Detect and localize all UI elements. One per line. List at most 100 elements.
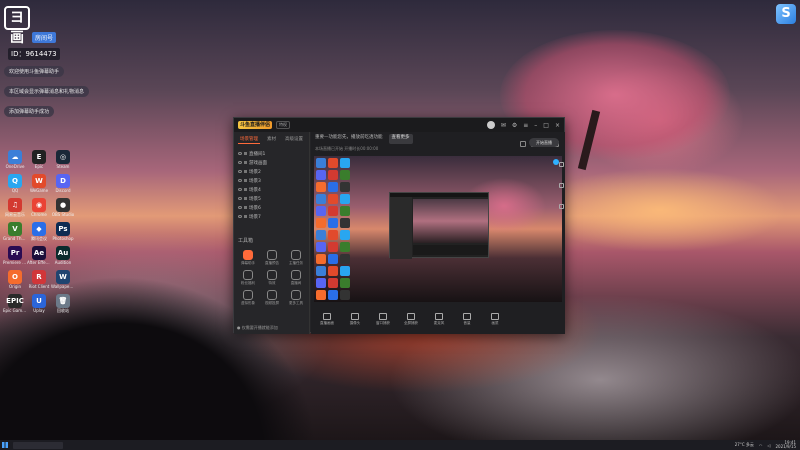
clock[interactable]: 19:41 2021/9/15 [775,440,796,450]
desktop-icon[interactable]: W WeGame [28,174,50,193]
tab-advanced[interactable]: 高级设置 [283,135,305,144]
desktop-icon[interactable]: D Discord [52,174,74,193]
weather-text[interactable]: 27°C 多云 [735,442,754,448]
lock-icon[interactable] [244,152,247,155]
scene-item[interactable]: 场景3 [238,176,305,185]
minimize-icon[interactable]: – [534,122,537,129]
header-more-button[interactable]: 查看更多 [388,134,413,144]
desktop-icon[interactable]: ◎ Steam [52,150,74,169]
source-button[interactable]: 直播画面 [317,313,337,326]
start-live-button[interactable]: 开始直播 [529,138,559,147]
menu-icon[interactable]: ≡ [523,122,528,129]
network-icon[interactable]: ◠ [759,443,763,448]
eye-icon[interactable] [238,215,242,218]
eye-icon[interactable] [238,170,242,173]
desktop-icon[interactable]: Pr Premiere Pro [3,246,27,265]
source-icon [463,313,471,320]
preview-mini-icon [340,254,350,264]
preview-mini-icon [340,194,350,204]
toolbox-item[interactable]: 弹幕助手 [237,250,259,266]
lock-icon[interactable] [244,215,247,218]
streaming-app-window[interactable]: 斗鱼直播伴侣 特权 ✉ ⚙ ≡ – □ × 场景管理 素材 高级设置 直播间1 游… [233,117,565,334]
desktop-icon[interactable]: Ps Photoshop [52,222,74,241]
desktop-icon[interactable]: VGrand Theft Auto V [3,222,27,241]
lock-icon[interactable] [244,206,247,209]
tab-assets[interactable]: 素材 [265,135,278,144]
lock-icon[interactable] [244,170,247,173]
eye-icon[interactable] [238,188,242,191]
toolbox-item[interactable]: 主播任务 [285,250,307,266]
record-icon[interactable] [520,141,526,147]
desktop-icon[interactable]: WWallpaper Engine [51,270,75,289]
stream-preview[interactable] [314,156,562,302]
lock-icon[interactable] [244,161,247,164]
eye-icon[interactable] [238,152,242,155]
desktop-icon[interactable]: ♫ 网易云音乐 [4,198,26,217]
toolbox-item[interactable]: 直播预告 [261,250,283,266]
desktop-icon[interactable]: ☁ OneDrive [4,150,26,169]
eye-icon[interactable] [238,206,242,209]
toolbox-item[interactable]: 更多工具 [285,290,307,306]
scene-item[interactable]: 场景5 [238,194,305,203]
scene-item[interactable]: 场景4 [238,185,305,194]
app-icon: Au [56,246,70,260]
scene-item[interactable]: 直播间1 [238,149,305,158]
source-button[interactable]: 窗口捕获 [373,313,393,326]
toolbox-item[interactable]: 视频投屏 [261,290,283,306]
desktop-icon[interactable]: R Riot Client [28,270,50,289]
fullscreen-icon[interactable] [558,204,564,209]
desktop-icon-label: Photoshop [52,236,74,241]
tool-label: 更多工具 [289,301,303,305]
eye-icon[interactable] [238,161,242,164]
privilege-tag[interactable]: 特权 [276,121,290,129]
desktop-icon[interactable]: ◆ 腾讯会议 [28,222,50,241]
eye-icon[interactable] [238,179,242,182]
desktop-icon[interactable]: Q QQ [4,174,26,193]
toolbox-item[interactable]: 粉丝福利 [237,270,259,286]
desktop-icon[interactable]: ◉ Chrome [28,198,50,217]
close-icon[interactable]: × [555,122,560,129]
source-button[interactable]: 画质 [485,313,505,326]
rotate-icon[interactable] [558,162,564,167]
app-titlebar[interactable]: 斗鱼直播伴侣 特权 ✉ ⚙ ≡ – □ × [234,118,564,132]
desktop-icon[interactable]: U Uplay [28,294,50,313]
app-shortcut-icon[interactable]: S [776,4,796,24]
app-icon: ● [56,198,70,212]
source-button[interactable]: 音量 [457,313,477,326]
lock-icon[interactable] [244,179,247,182]
scene-item[interactable]: 场景2 [238,167,305,176]
app-icon: R [32,270,46,284]
source-button[interactable]: 麦克风 [429,313,449,326]
source-button[interactable]: 全屏捕获 [401,313,421,326]
preview-mini-icon [316,182,326,192]
tab-scene[interactable]: 场景管理 [238,135,260,144]
mail-icon[interactable]: ✉ [501,122,506,129]
maximize-icon[interactable]: □ [543,122,549,129]
source-button[interactable]: 摄像头 [345,313,365,326]
toolbox-item[interactable]: 虚拟形象 [237,290,259,306]
desktop-icon[interactable]: Au Audition [52,246,74,265]
scene-item[interactable]: 游戏画面 [238,158,305,167]
toolbox-item[interactable]: 直播间 [285,270,307,286]
scene-item[interactable]: 场景6 [238,203,305,212]
fit-icon[interactable] [558,183,564,188]
preview-mini-icon [340,158,350,168]
desktop-icon[interactable]: O Origin [4,270,26,289]
toolbox-item[interactable]: 特效 [261,270,283,286]
desktop-icon[interactable]: E Epic [28,150,50,169]
scene-item[interactable]: 场景7 [238,212,305,221]
desktop-icon[interactable]: Ae After Effects [27,246,51,265]
lock-icon[interactable] [244,197,247,200]
volume-icon[interactable]: ◁ [767,443,770,448]
lock-icon[interactable] [244,188,247,191]
eye-icon[interactable] [238,197,242,200]
avatar[interactable] [486,121,495,129]
taskbar-search[interactable] [13,441,63,449]
desktop-icon[interactable]: 🗑 回收站 [52,294,74,313]
settings-icon[interactable]: ⚙ [512,122,517,129]
scene-label: 场景3 [249,178,261,184]
desktop-icon[interactable]: EPICEpic Games Launcher [3,294,27,313]
desktop-icon[interactable]: ● OBS Studio [52,198,74,217]
start-button[interactable] [0,440,10,450]
app-icon: W [56,270,70,284]
